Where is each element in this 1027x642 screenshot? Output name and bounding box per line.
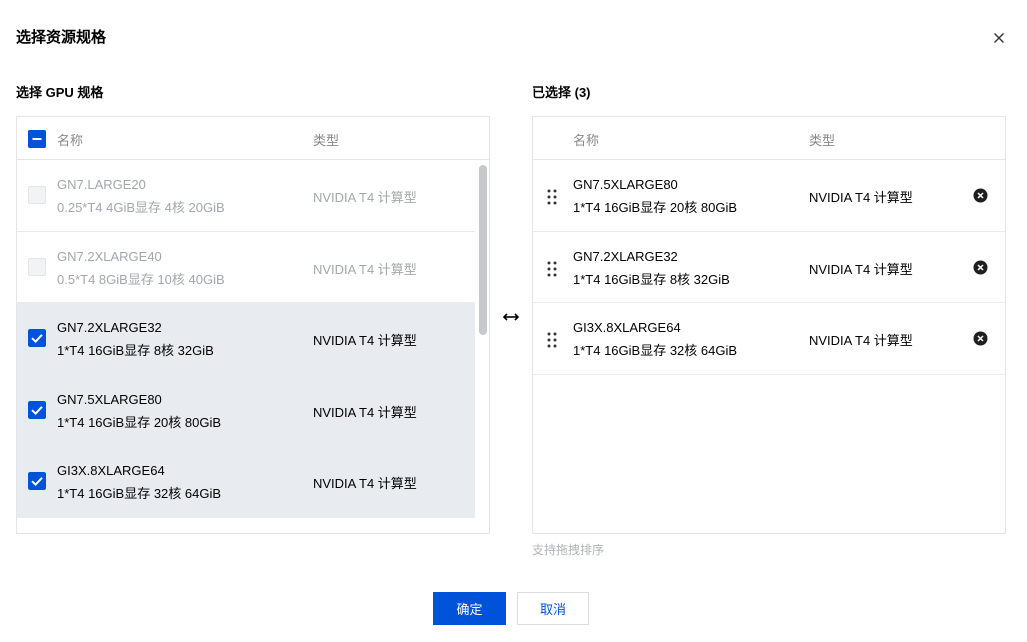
row-checkbox[interactable] (28, 400, 46, 419)
row-checkbox[interactable] (28, 329, 46, 347)
remove-icon[interactable] (973, 331, 988, 346)
remove-icon[interactable] (973, 188, 988, 203)
item-spec: 1*T4 16GiB显存 20核 80GiB (57, 414, 222, 430)
selected-item[interactable]: GN7.2XLARGE32 1*T4 16GiB显存 8核 32GiB NVID… (533, 232, 1005, 303)
item-name: GN7.2XLARGE32 (573, 248, 678, 264)
dialog-title: 选择资源规格 (16, 29, 107, 46)
item-spec: 1*T4 16GiB显存 32核 64GiB (573, 343, 738, 358)
column-header-name: 名称 (573, 133, 600, 148)
item-type: NVIDIA T4 计算型 (313, 190, 417, 205)
scrollbar[interactable] (475, 160, 489, 533)
drag-handle-icon[interactable] (546, 331, 558, 349)
row-checkbox (28, 186, 46, 204)
row-checkbox[interactable] (28, 472, 46, 490)
item-type: NVIDIA T4 计算型 (809, 190, 913, 205)
source-list: GN7.LARGE20 0.25*T4 4GiB显存 4核 20GiB NVID… (17, 160, 475, 518)
transfer-arrows-icon (502, 313, 520, 321)
list-item[interactable]: GN7.2XLARGE32 1*T4 16GiB显存 8核 32GiB NVID… (17, 303, 475, 375)
item-name: GN7.LARGE20 (57, 177, 146, 192)
item-type: NVIDIA T4 计算型 (809, 333, 913, 348)
scrollbar-thumb[interactable] (479, 165, 487, 335)
right-panel-title: 已选择 (3) (532, 85, 591, 100)
cancel-button[interactable]: 取消 (517, 592, 589, 625)
item-name: GN7.5XLARGE80 (57, 391, 162, 407)
confirm-button[interactable]: 确定 (433, 592, 506, 625)
selected-list-header: 名称 类型 (533, 117, 1005, 160)
item-spec: 1*T4 16GiB显存 8核 32GiB (573, 271, 730, 287)
row-checkbox (28, 257, 46, 276)
column-header-type: 类型 (313, 133, 340, 148)
list-item[interactable]: GN7.5XLARGE80 1*T4 16GiB显存 20核 80GiB NVI… (17, 374, 475, 446)
item-spec: 0.25*T4 4GiB显存 4核 20GiB (57, 200, 225, 215)
source-list-panel: 名称 类型 GN7.LARGE20 0.25*T4 4GiB显存 4核 20Gi… (16, 116, 490, 534)
item-type: NVIDIA T4 计算型 (313, 333, 417, 348)
item-spec: 1*T4 16GiB显存 32核 64GiB (57, 486, 222, 501)
source-list-header: 名称 类型 (17, 117, 489, 160)
item-name: GN7.2XLARGE40 (57, 248, 162, 264)
selected-list: GN7.5XLARGE80 1*T4 16GiB显存 20核 80GiB NVI… (533, 160, 1005, 375)
selected-list-panel: 名称 类型 GN7.5XLARGE80 1*T4 16GiB显存 20核 80G… (532, 116, 1006, 534)
remove-icon[interactable] (973, 260, 988, 275)
item-name: GI3X.8XLARGE64 (57, 463, 165, 478)
drag-handle-icon[interactable] (546, 188, 558, 206)
item-type: NVIDIA T4 计算型 (313, 476, 417, 491)
item-type: NVIDIA T4 计算型 (313, 404, 417, 420)
drag-handle-icon[interactable] (546, 260, 558, 278)
column-header-type: 类型 (809, 133, 836, 148)
close-icon[interactable] (990, 29, 1008, 47)
item-name: GN7.2XLARGE32 (57, 320, 162, 335)
selected-item[interactable]: GN7.5XLARGE80 1*T4 16GiB显存 20核 80GiB NVI… (533, 160, 1005, 232)
drag-sort-hint: 支持拖拽排序 (532, 543, 605, 557)
item-name: GN7.5XLARGE80 (573, 177, 678, 192)
list-item: GN7.2XLARGE40 0.5*T4 8GiB显存 10核 40GiB NV… (17, 232, 475, 303)
item-type: NVIDIA T4 计算型 (809, 261, 913, 277)
select-all-checkbox[interactable] (28, 130, 46, 148)
left-panel-title: 选择 GPU 规格 (16, 85, 104, 100)
item-spec: 1*T4 16GiB显存 20核 80GiB (573, 200, 738, 215)
item-type: NVIDIA T4 计算型 (313, 261, 417, 277)
list-item[interactable]: GI3X.8XLARGE64 1*T4 16GiB显存 32核 64GiB NV… (17, 446, 475, 518)
item-spec: 1*T4 16GiB显存 8核 32GiB (57, 343, 214, 358)
item-name: GI3X.8XLARGE64 (573, 320, 681, 335)
selected-item[interactable]: GI3X.8XLARGE64 1*T4 16GiB显存 32核 64GiB NV… (533, 303, 1005, 375)
column-header-name: 名称 (57, 133, 84, 148)
list-item: GN7.LARGE20 0.25*T4 4GiB显存 4核 20GiB NVID… (17, 160, 475, 232)
item-spec: 0.5*T4 8GiB显存 10核 40GiB (57, 271, 225, 287)
